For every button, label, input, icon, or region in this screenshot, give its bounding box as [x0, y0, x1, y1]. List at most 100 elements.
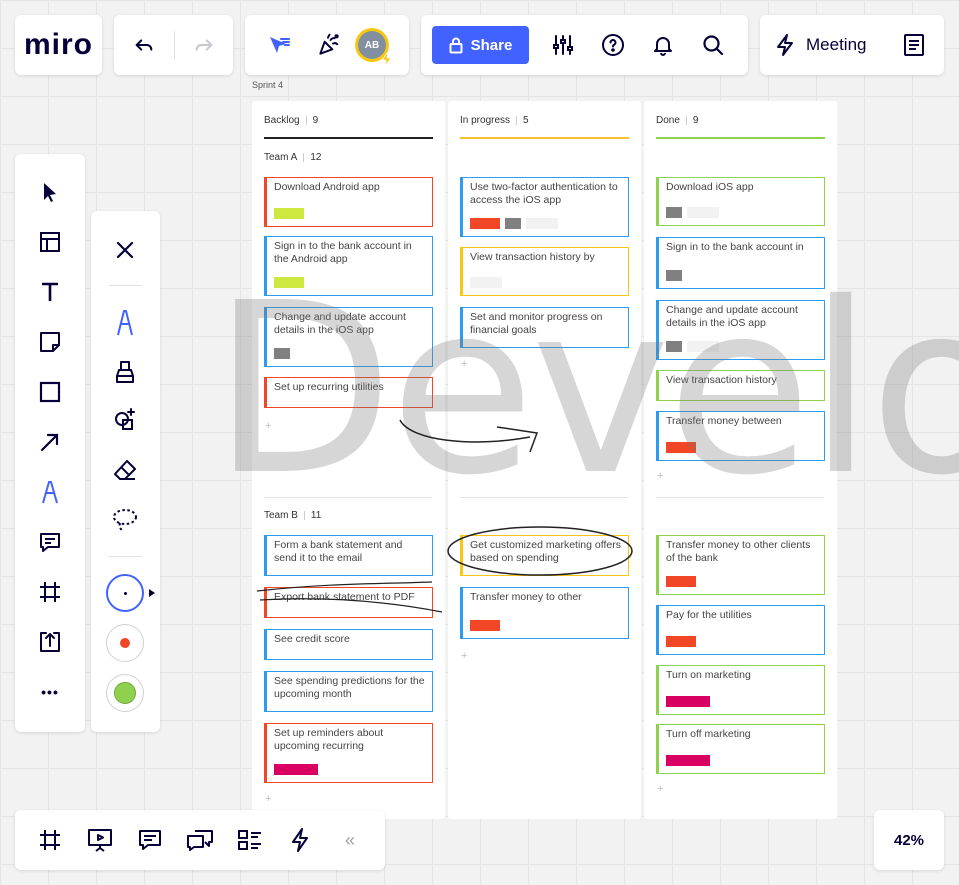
kanban-card[interactable]: Change and update account details in the… — [656, 300, 825, 360]
shape-tool[interactable] — [30, 372, 70, 412]
lasso-option[interactable] — [105, 500, 145, 540]
templates-tool[interactable] — [30, 222, 70, 262]
activity-button[interactable] — [280, 820, 320, 860]
more-tools-button[interactable]: ••• — [30, 672, 70, 712]
settings-button[interactable] — [543, 25, 583, 65]
zoom-panel[interactable]: 42% — [874, 810, 944, 870]
card-tag — [666, 270, 682, 281]
collapse-toolbar-button[interactable]: « — [330, 820, 370, 860]
card-text: Sign in to the bank account in the Andro… — [274, 240, 412, 265]
redo-button[interactable] — [184, 25, 224, 65]
kanban-card[interactable]: Pay for the utilities — [656, 605, 825, 655]
add-card-button[interactable]: + — [657, 783, 663, 795]
text-tool[interactable] — [30, 272, 70, 312]
kanban-card[interactable]: Set and monitor progress on financial go… — [460, 307, 629, 348]
avatar[interactable]: AB — [355, 28, 392, 66]
frame-label[interactable]: Sprint 4 — [252, 80, 283, 90]
eraser-option[interactable] — [105, 450, 145, 490]
kanban-card[interactable]: Download iOS app — [656, 177, 825, 226]
kanban-card[interactable]: Transfer money between — [656, 411, 825, 461]
chat-button[interactable] — [180, 820, 220, 860]
kanban-card[interactable]: View transaction history — [656, 370, 825, 401]
add-card-button[interactable]: + — [265, 793, 271, 805]
card-text: Get customized marketing offers based on… — [470, 539, 621, 564]
eraser-icon — [114, 460, 136, 480]
kanban-card[interactable]: Transfer money to other clients of the b… — [656, 535, 825, 595]
kanban-card[interactable]: Set up recurring utilities — [264, 377, 433, 408]
kanban-card[interactable]: Download Android app — [264, 177, 433, 227]
lock-icon — [449, 37, 463, 53]
color-green-swatch[interactable] — [106, 674, 144, 712]
kanban-card[interactable]: Change and update account details in the… — [264, 307, 433, 367]
add-card-button[interactable]: + — [657, 470, 663, 482]
team-count: 11 — [310, 510, 322, 521]
kanban-card[interactable]: Form a bank statement and send it to the… — [264, 535, 433, 576]
kanban-card[interactable]: Turn off marketing — [656, 724, 825, 774]
comment-tool[interactable] — [30, 522, 70, 562]
notes-button[interactable] — [894, 25, 934, 65]
frame-tool[interactable] — [30, 572, 70, 612]
comments-button[interactable] — [130, 820, 170, 860]
pen-options-panel — [91, 211, 160, 732]
add-card-button[interactable]: + — [461, 358, 467, 370]
card-tag — [666, 696, 710, 707]
kanban-card[interactable]: View transaction history by — [460, 247, 629, 296]
connection-tool[interactable] — [30, 422, 70, 462]
column-count: 5 — [523, 115, 529, 126]
kanban-card[interactable]: Sign in to the bank account in the Andro… — [264, 236, 433, 296]
more-icon: ••• — [41, 684, 59, 700]
double-chevron-left-icon: « — [344, 829, 355, 850]
pen-option[interactable] — [105, 302, 145, 342]
column-header: Backlog 9 — [264, 115, 318, 126]
pen-tool[interactable] — [30, 472, 70, 512]
square-icon — [39, 381, 61, 403]
kanban-card[interactable]: Get customized marketing offers based on… — [460, 535, 629, 576]
kanban-card[interactable]: See credit score — [264, 629, 433, 660]
smart-drawing-option[interactable] — [105, 400, 145, 440]
cursor-filter-button[interactable] — [259, 25, 299, 65]
meeting-button[interactable]: Meeting — [774, 27, 866, 63]
close-pen-panel-button[interactable] — [105, 230, 145, 270]
column-count: 9 — [692, 115, 699, 126]
kanban-card[interactable]: Use two-factor authentication to access … — [460, 177, 629, 237]
undo-button[interactable] — [124, 25, 164, 65]
card-text: Turn on marketing — [666, 669, 751, 681]
highlighter-option[interactable] — [105, 352, 145, 392]
kanban-card[interactable]: Transfer money to other — [460, 587, 629, 639]
card-text: Sign in to the bank account in — [666, 241, 804, 253]
card-tag — [274, 208, 304, 219]
search-button[interactable] — [693, 25, 733, 65]
redo-icon — [195, 39, 213, 51]
highlighter-icon — [116, 361, 134, 383]
logo-panel[interactable]: miro — [15, 15, 102, 75]
share-button[interactable]: Share — [432, 26, 529, 64]
column-underline — [460, 137, 629, 139]
kanban-card[interactable]: Export bank statement to PDF — [264, 587, 433, 618]
color-red-swatch[interactable] — [106, 624, 144, 662]
kanban-card[interactable]: Sign in to the bank account in — [656, 237, 825, 289]
add-card-button[interactable]: + — [265, 420, 271, 432]
card-text: Change and update account details in the… — [666, 304, 798, 329]
upload-tool[interactable] — [30, 622, 70, 662]
card-tag — [470, 277, 502, 288]
card-text: See spending predictions for the upcomin… — [274, 675, 425, 700]
kanban-card[interactable]: See spending predictions for the upcomin… — [264, 671, 433, 712]
notifications-button[interactable] — [643, 25, 683, 65]
sticky-note-tool[interactable] — [30, 322, 70, 362]
card-view-button[interactable] — [230, 820, 270, 860]
help-button[interactable] — [593, 25, 633, 65]
pen-icon — [42, 481, 58, 504]
kanban-card[interactable]: Turn on marketing — [656, 665, 825, 715]
kanban-card[interactable]: Set up reminders about upcoming recurrin… — [264, 723, 433, 783]
stroke-size-selector[interactable] — [106, 574, 144, 612]
team-b-label: Team B 11 — [264, 510, 321, 521]
card-tag — [505, 218, 521, 229]
select-tool[interactable] — [30, 172, 70, 212]
help-icon — [602, 34, 624, 56]
frames-button[interactable] — [30, 820, 70, 860]
lightning-badge-icon — [381, 52, 392, 66]
presentation-button[interactable] — [80, 820, 120, 860]
add-card-button[interactable]: + — [461, 650, 467, 662]
card-text: Turn off marketing — [666, 728, 751, 740]
celebrate-button[interactable] — [309, 25, 349, 65]
